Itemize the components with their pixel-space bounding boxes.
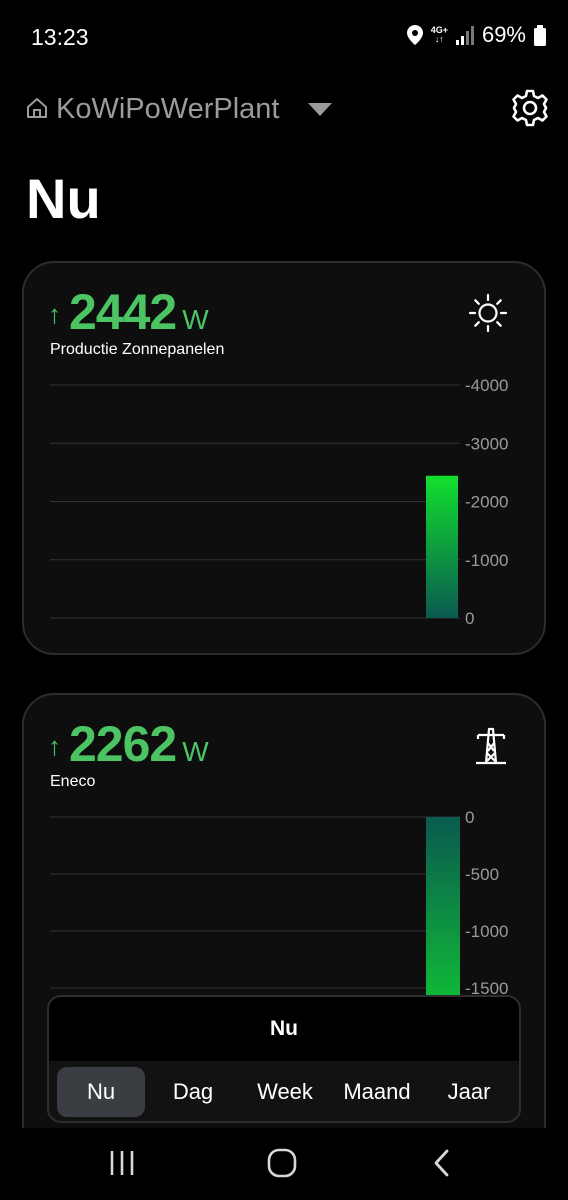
period-title: Nu (270, 1017, 298, 1040)
gear-icon[interactable] (510, 88, 550, 128)
tick-label: -2000 (465, 493, 508, 512)
header: KoWiPoWerPlant (0, 82, 568, 138)
tab-dag[interactable]: Dag (149, 1067, 237, 1117)
solar-bar-chart: -4000 -3000 -2000 -1000 0 (50, 376, 508, 628)
plant-selector-label[interactable]: KoWiPoWerPlant (56, 93, 280, 126)
tick-label: -4000 (465, 376, 508, 395)
tick-label: -1000 (465, 551, 508, 570)
tick-label: 0 (465, 808, 474, 827)
battery-percentage: 69% (481, 22, 526, 47)
status-icons: 4G+ ↓↑ 69% (406, 22, 546, 48)
status-bar: 13:23 4G+ ↓↑ 69% (0, 0, 568, 72)
status-time: 13:23 (31, 24, 89, 50)
battery-icon (534, 24, 546, 46)
bar (426, 475, 458, 618)
tab-maand[interactable]: Maand (333, 1067, 421, 1117)
recent-apps-icon[interactable] (109, 1150, 137, 1176)
tab-jaar[interactable]: Jaar (425, 1067, 513, 1117)
caret-down-icon[interactable] (307, 102, 333, 118)
home-nav-icon[interactable] (267, 1148, 297, 1178)
data-arrows-icon: ↓↑ (434, 34, 444, 44)
back-icon[interactable] (432, 1149, 450, 1177)
location-icon (406, 25, 423, 45)
period-title-bar: Nu (49, 997, 519, 1061)
period-selector: Nu Nu Dag Week Maand Jaar (47, 995, 521, 1123)
page-title: Nu (26, 167, 101, 230)
tick-label: -1000 (465, 922, 508, 941)
solar-production-card[interactable]: ↑ 2442 W Productie Zonnepanelen -4000 -30… (22, 261, 546, 655)
network-indicator: 4G+ ↓↑ (431, 26, 448, 44)
period-tabs: Nu Dag Week Maand Jaar (57, 1067, 513, 1117)
system-nav-bar (0, 1128, 568, 1200)
tick-label: -3000 (465, 434, 508, 453)
tab-nu[interactable]: Nu (57, 1067, 145, 1117)
tab-week[interactable]: Week (241, 1067, 329, 1117)
home-icon[interactable] (26, 97, 48, 119)
tick-label: 0 (465, 609, 474, 628)
signal-icon (455, 26, 474, 45)
tick-label: -500 (465, 865, 499, 884)
